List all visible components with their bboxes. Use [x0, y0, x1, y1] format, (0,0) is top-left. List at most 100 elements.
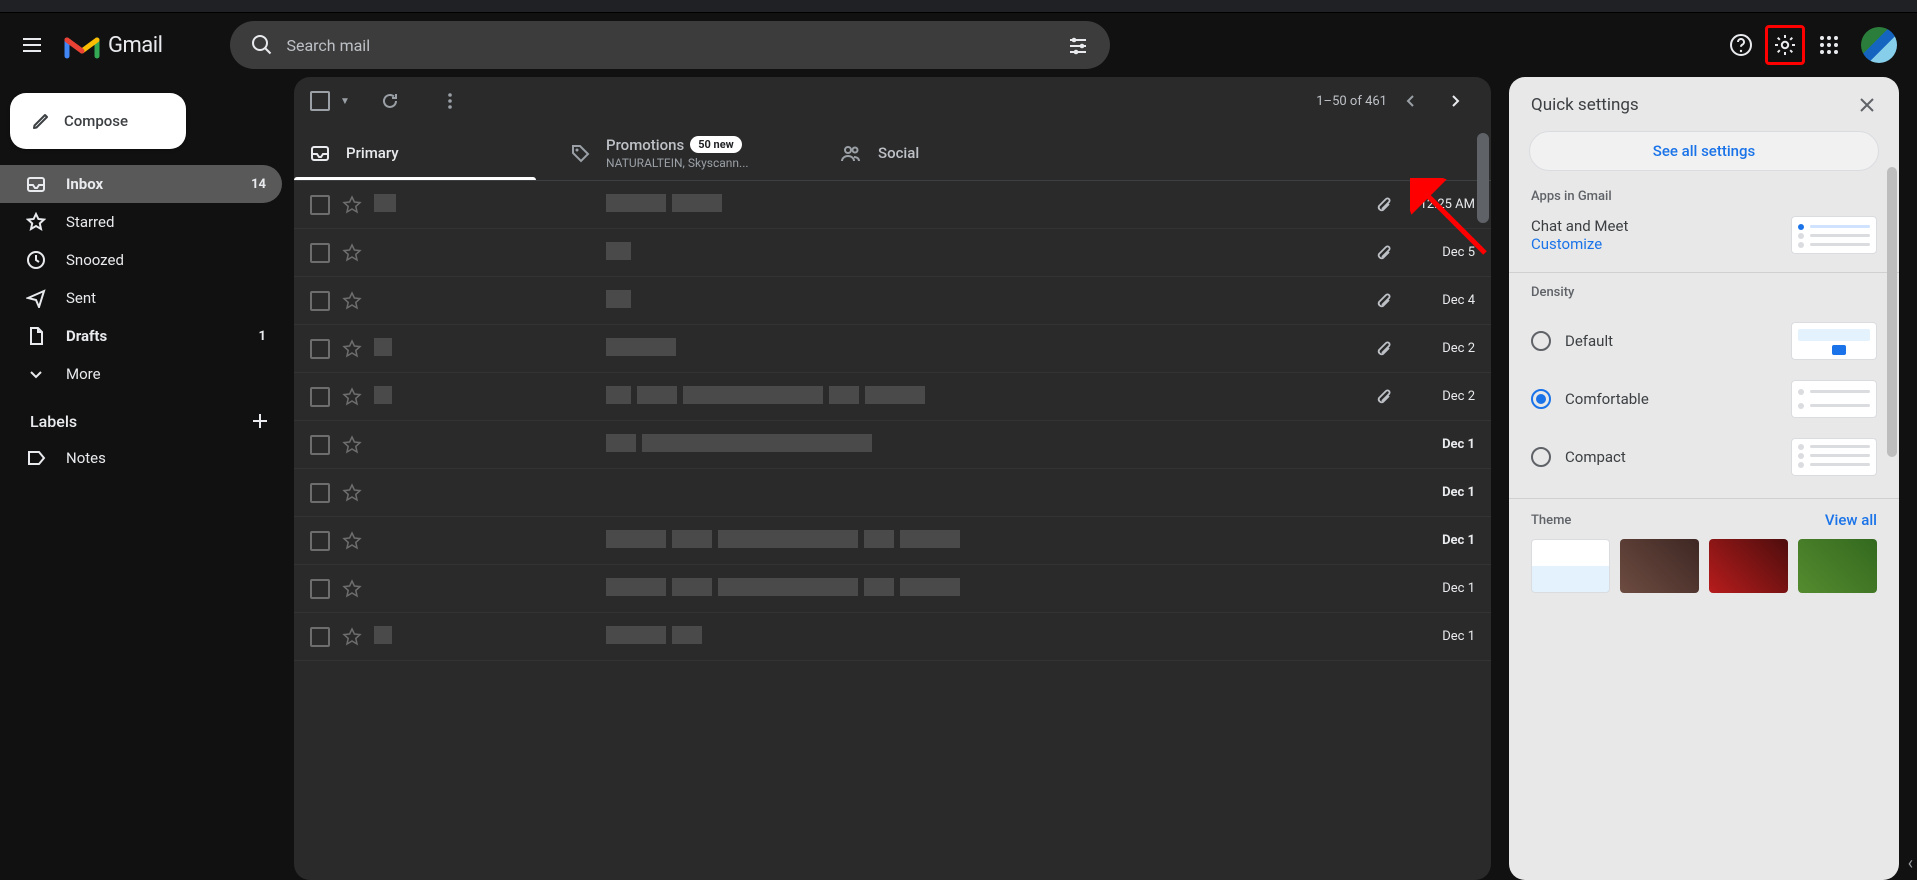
label-item-notes[interactable]: Notes	[0, 439, 282, 477]
compose-button[interactable]: Compose	[10, 93, 186, 149]
mail-scrollbar[interactable]	[1477, 133, 1489, 223]
sidebar-item-more[interactable]: More	[0, 355, 282, 393]
star-outline-icon	[342, 435, 362, 455]
star-outline-icon	[342, 531, 362, 551]
theme-option-3[interactable]	[1709, 539, 1788, 593]
sidebar-item-snoozed[interactable]: Snoozed	[0, 241, 282, 279]
sidebar-item-sent[interactable]: Sent	[0, 279, 282, 317]
qs-scrollbar[interactable]	[1887, 167, 1897, 457]
see-all-settings-button[interactable]: See all settings	[1529, 131, 1879, 171]
row-checkbox[interactable]	[310, 531, 330, 551]
row-star[interactable]	[342, 531, 362, 551]
tab-social-label: Social	[878, 144, 919, 162]
qs-chat-meet-label: Chat and Meet	[1531, 217, 1628, 235]
row-date: Dec 1	[1405, 485, 1475, 500]
search-button[interactable]	[238, 21, 286, 69]
gmail-m-icon	[64, 31, 100, 59]
tab-social[interactable]: Social	[824, 125, 1084, 180]
row-checkbox[interactable]	[310, 387, 330, 407]
mail-row[interactable]: Dec 4	[294, 277, 1491, 325]
row-checkbox[interactable]	[310, 579, 330, 599]
row-checkbox[interactable]	[310, 291, 330, 311]
sidebar-item-drafts[interactable]: Drafts1	[0, 317, 282, 355]
row-checkbox[interactable]	[310, 195, 330, 215]
row-star[interactable]	[342, 291, 362, 311]
density-comfortable-thumb	[1791, 380, 1877, 418]
row-star[interactable]	[342, 579, 362, 599]
search-input[interactable]	[286, 36, 1054, 55]
gmail-logo[interactable]: Gmail	[64, 31, 162, 59]
row-date: Dec 2	[1405, 389, 1475, 404]
mail-row[interactable]: 12:25 AM	[294, 181, 1491, 229]
qs-apps-section: Apps in Gmail Chat and Meet Customize	[1509, 189, 1899, 272]
mail-row[interactable]: Dec 1	[294, 421, 1491, 469]
more-button[interactable]	[430, 81, 470, 121]
star-outline-icon	[342, 387, 362, 407]
mail-row[interactable]: Dec 1	[294, 613, 1491, 661]
main-menu-button[interactable]	[8, 21, 56, 69]
sidebar-item-starred[interactable]: Starred	[0, 203, 282, 241]
mail-row[interactable]: Dec 1	[294, 517, 1491, 565]
row-date: Dec 1	[1405, 437, 1475, 452]
labels-title: Labels	[30, 412, 77, 431]
star-outline-icon	[342, 483, 362, 503]
row-star[interactable]	[342, 387, 362, 407]
row-star[interactable]	[342, 339, 362, 359]
qs-apps-thumb	[1791, 216, 1877, 254]
row-subject	[606, 434, 1393, 456]
support-button[interactable]	[1721, 25, 1761, 65]
select-dropdown[interactable]: ▼	[340, 96, 350, 107]
row-star[interactable]	[342, 483, 362, 503]
row-checkbox[interactable]	[310, 243, 330, 263]
apps-grid-icon	[1818, 34, 1840, 56]
row-checkbox[interactable]	[310, 483, 330, 503]
qs-customize-link[interactable]: Customize	[1531, 235, 1628, 253]
apps-button[interactable]	[1809, 25, 1849, 65]
sidebar-item-label: Starred	[66, 213, 114, 231]
mail-row[interactable]: Dec 1	[294, 469, 1491, 517]
star-outline-icon	[342, 339, 362, 359]
row-star[interactable]	[342, 243, 362, 263]
attachment-icon	[1375, 244, 1393, 262]
row-star[interactable]	[342, 435, 362, 455]
prev-page-button[interactable]	[1391, 81, 1431, 121]
search-options-button[interactable]	[1054, 21, 1102, 69]
row-star[interactable]	[342, 627, 362, 647]
compose-label: Compose	[64, 112, 128, 130]
sidebar-item-inbox[interactable]: Inbox14	[0, 165, 282, 203]
theme-option-4[interactable]	[1798, 539, 1877, 593]
theme-option-default[interactable]	[1531, 539, 1610, 593]
mail-row[interactable]: Dec 1	[294, 565, 1491, 613]
theme-option-2[interactable]	[1620, 539, 1699, 593]
settings-button[interactable]	[1765, 25, 1805, 65]
category-tabs: Primary Promotions50 new NATURALTEIN, Sk…	[294, 125, 1491, 181]
star-icon	[26, 212, 46, 232]
mail-row[interactable]: Dec 2	[294, 325, 1491, 373]
refresh-button[interactable]	[370, 81, 410, 121]
mail-row[interactable]: Dec 5	[294, 229, 1491, 277]
attachment-icon	[1375, 340, 1393, 358]
row-checkbox[interactable]	[310, 627, 330, 647]
side-panel-toggle[interactable]: ‹	[1908, 853, 1913, 874]
tab-promotions[interactable]: Promotions50 new NATURALTEIN, Skyscann..…	[554, 125, 824, 180]
density-comfortable[interactable]: Comfortable	[1531, 370, 1877, 428]
plus-icon	[250, 411, 270, 431]
star-outline-icon	[342, 291, 362, 311]
mail-row[interactable]: Dec 2	[294, 373, 1491, 421]
account-avatar[interactable]	[1861, 27, 1897, 63]
row-star[interactable]	[342, 195, 362, 215]
qs-theme-view-all[interactable]: View all	[1825, 511, 1877, 529]
density-default[interactable]: Default	[1531, 312, 1877, 370]
search-icon	[251, 34, 273, 56]
attachment-icon	[1375, 196, 1393, 214]
quick-settings-close[interactable]	[1857, 95, 1877, 115]
select-all-checkbox[interactable]	[310, 91, 330, 111]
add-label-button[interactable]	[250, 411, 270, 431]
row-checkbox[interactable]	[310, 339, 330, 359]
search-bar[interactable]	[230, 21, 1110, 69]
tab-primary[interactable]: Primary	[294, 125, 554, 180]
density-compact[interactable]: Compact	[1531, 428, 1877, 486]
row-checkbox[interactable]	[310, 435, 330, 455]
tab-promotions-label: Promotions	[606, 136, 684, 154]
next-page-button[interactable]	[1435, 81, 1475, 121]
